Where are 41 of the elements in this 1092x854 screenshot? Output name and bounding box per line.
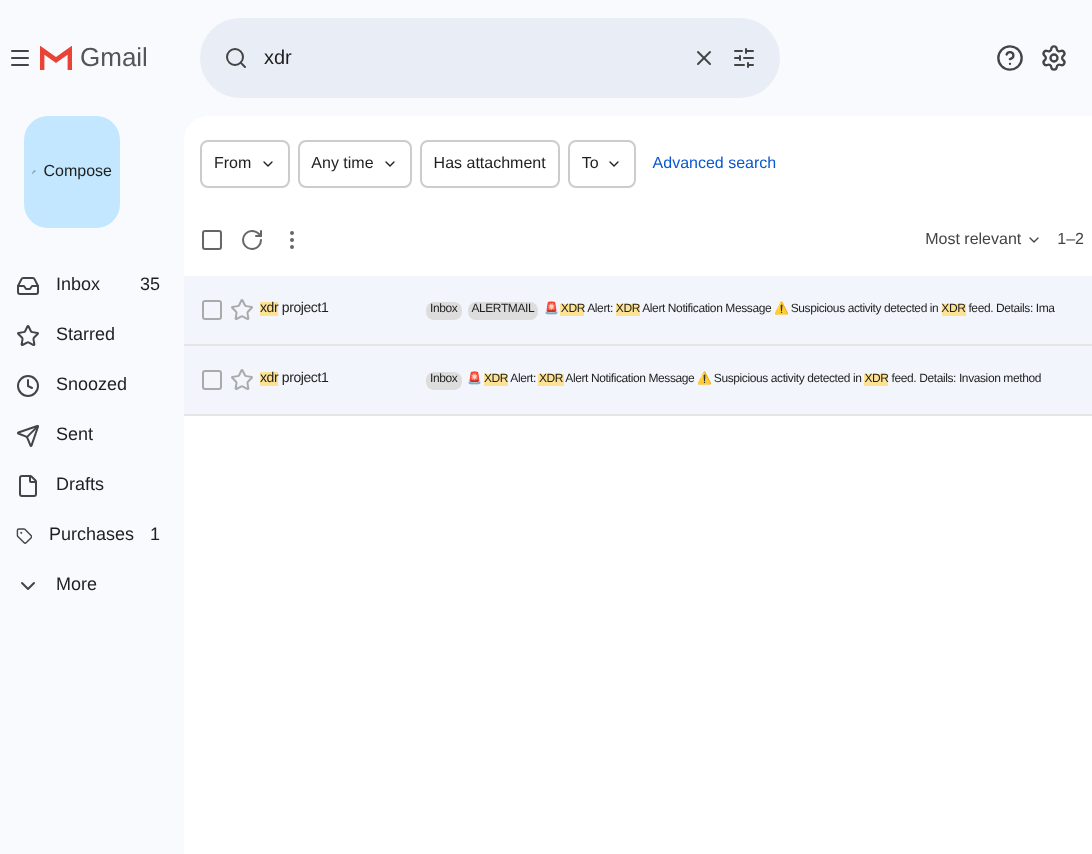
filter-chip[interactable]: Any time [297, 140, 412, 188]
search-value: xdr [264, 45, 294, 73]
caret-icon [606, 156, 623, 172]
inbox-icon [16, 273, 40, 297]
compose-button[interactable]: Compose [24, 116, 120, 228]
sidebar-item[interactable]: More [0, 560, 184, 610]
sidebar-item[interactable]: Inbox 35 [0, 260, 184, 310]
search-field[interactable]: xdr [200, 18, 780, 98]
file-icon [16, 473, 40, 497]
filter-icon[interactable] [732, 46, 756, 70]
checkbox-icon[interactable] [200, 228, 224, 252]
star-icon [16, 323, 40, 347]
filter-chip[interactable]: Has attachment [419, 140, 560, 188]
sidebar-item[interactable]: Purchases 1 [0, 510, 184, 560]
search-icon[interactable] [224, 46, 248, 70]
filter-chip[interactable]: To [567, 140, 637, 188]
checkbox-icon[interactable] [200, 298, 224, 322]
advanced-search-link[interactable]: Advanced search [652, 152, 777, 176]
app-name: Gmail [80, 40, 148, 77]
sidebar-item[interactable]: Starred [0, 310, 184, 360]
caret-icon [1025, 232, 1042, 248]
clock-icon [16, 373, 40, 397]
mail-logo-icon [40, 45, 72, 71]
send-icon [16, 423, 40, 447]
sidebar-item[interactable]: Snoozed [0, 360, 184, 410]
refresh-icon[interactable] [240, 228, 264, 252]
caret-icon [381, 156, 398, 172]
sort-dropdown[interactable]: Most relevant [925, 228, 1042, 252]
settings-icon[interactable] [1040, 44, 1068, 72]
tag-icon [16, 523, 33, 547]
star-icon[interactable] [230, 298, 254, 322]
checkbox-icon[interactable] [200, 368, 224, 392]
page-range: 1–2 [1057, 228, 1084, 252]
sidebar-item[interactable]: Sent [0, 410, 184, 460]
menu-icon[interactable] [8, 46, 32, 70]
star-icon[interactable] [230, 368, 254, 392]
sidebar-item[interactable]: Drafts [0, 460, 184, 510]
caret-icon [259, 156, 276, 172]
filter-chip[interactable]: From [200, 140, 290, 188]
help-icon[interactable] [996, 44, 1024, 72]
close-icon[interactable] [692, 46, 716, 70]
